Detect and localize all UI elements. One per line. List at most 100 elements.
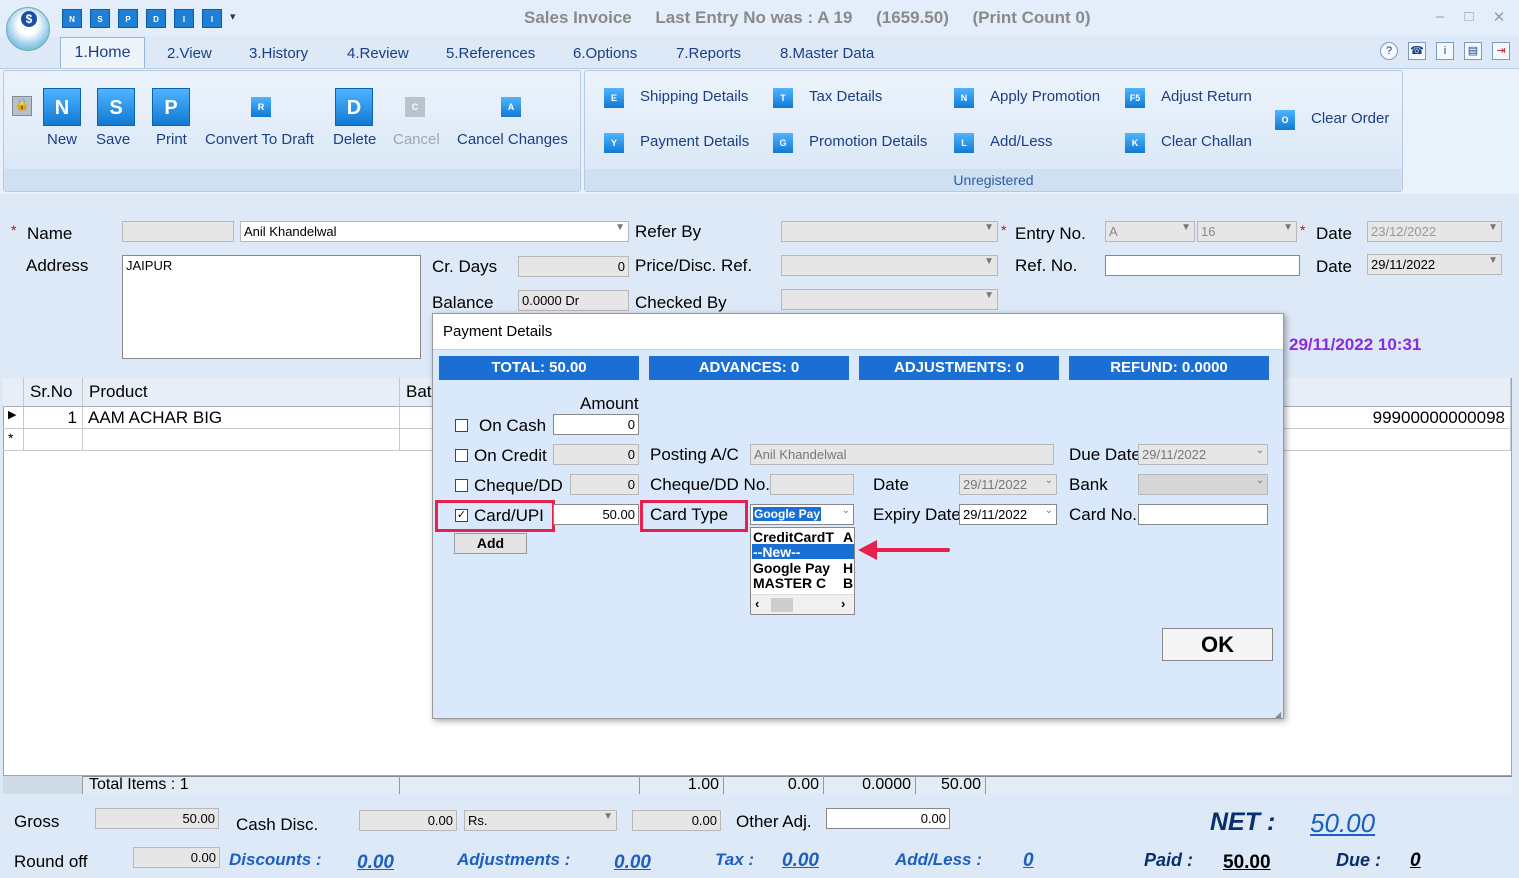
quick-save-icon[interactable]: S: [90, 9, 110, 28]
discounts-value[interactable]: 0.00: [357, 852, 394, 874]
convert-draft-icon[interactable]: R: [251, 97, 271, 117]
horizontal-scrollbar[interactable]: ‹ ›: [751, 594, 854, 614]
cancel-changes-icon[interactable]: A: [501, 97, 521, 117]
save-icon[interactable]: S: [97, 88, 135, 126]
print-button[interactable]: Print: [156, 131, 187, 148]
row-selector-icon[interactable]: ▶: [3, 407, 24, 429]
cancel-changes-button[interactable]: Cancel Changes: [457, 131, 568, 148]
chevron-down-icon[interactable]: ⌄: [1045, 475, 1053, 486]
checked-by-field[interactable]: ▼: [781, 289, 998, 310]
info-icon[interactable]: i: [1436, 42, 1454, 60]
tax-details-link[interactable]: Tax Details: [809, 88, 882, 105]
new-row-icon[interactable]: *: [3, 429, 24, 451]
chevron-down-icon[interactable]: ▼: [1181, 222, 1191, 233]
quick-import-icon[interactable]: I: [174, 9, 194, 28]
refer-by-field[interactable]: ▼: [781, 221, 998, 242]
exit-icon[interactable]: ⇥: [1492, 42, 1510, 60]
add-less-link[interactable]: Add/Less: [990, 133, 1053, 150]
ref-date-field[interactable]: 29/11/2022 ▼: [1367, 254, 1502, 275]
cr-days-field[interactable]: 0: [518, 256, 629, 277]
posting-ac-field[interactable]: Anil Khandelwal: [750, 444, 1054, 465]
col-product[interactable]: Product: [83, 378, 400, 407]
cheque-checkbox[interactable]: [455, 479, 468, 492]
cheque-no-field[interactable]: [770, 474, 854, 495]
save-button[interactable]: Save: [96, 131, 130, 148]
delete-button[interactable]: Delete: [333, 131, 376, 148]
maximize-button[interactable]: □: [1458, 8, 1480, 25]
expiry-date-field[interactable]: 29/11/2022 ⌄: [959, 504, 1057, 525]
tab-history[interactable]: 3.History: [249, 42, 308, 66]
chevron-down-icon[interactable]: ▼: [603, 811, 613, 822]
adjust-return-link[interactable]: Adjust Return: [1161, 88, 1252, 105]
cheque-date-field[interactable]: 29/11/2022 ⌄: [959, 474, 1057, 495]
apply-promotion-link[interactable]: Apply Promotion: [990, 88, 1100, 105]
tab-home[interactable]: 1.Home: [60, 37, 145, 69]
entry-date-field[interactable]: 23/12/2022 ▼: [1367, 221, 1502, 242]
clear-order-link[interactable]: Clear Order: [1311, 110, 1389, 127]
clear-challan-link[interactable]: Clear Challan: [1161, 133, 1252, 150]
resize-grip-icon[interactable]: ◢: [1275, 710, 1281, 719]
new-row-product[interactable]: [83, 429, 400, 451]
address-field[interactable]: JAIPUR: [122, 255, 421, 359]
quick-new-icon[interactable]: N: [62, 9, 82, 28]
due-date-field[interactable]: 29/11/2022 ⌄: [1138, 444, 1268, 465]
tax-value[interactable]: 0.00: [782, 850, 819, 872]
on-cash-amount[interactable]: 0: [553, 414, 639, 435]
tab-options[interactable]: 6.Options: [573, 42, 637, 66]
col-srno[interactable]: Sr.No: [24, 378, 83, 407]
card-upi-amount[interactable]: 50.00: [553, 504, 639, 525]
close-button[interactable]: ✕: [1488, 8, 1510, 26]
shipping-details-link[interactable]: Shipping Details: [640, 88, 748, 105]
ok-button[interactable]: OK: [1162, 628, 1273, 661]
new-button[interactable]: New: [47, 131, 77, 148]
lock-icon[interactable]: 🔒: [12, 96, 32, 116]
chevron-down-icon[interactable]: ⌄: [1256, 445, 1264, 456]
promotion-details-link[interactable]: Promotion Details: [809, 133, 927, 150]
print-icon[interactable]: P: [152, 88, 190, 126]
tab-review[interactable]: 4.Review: [347, 42, 409, 66]
row-srno[interactable]: 1: [24, 407, 83, 429]
quick-export-icon[interactable]: I: [202, 9, 222, 28]
new-icon[interactable]: N: [43, 88, 81, 126]
scroll-left-icon[interactable]: ‹: [755, 596, 759, 611]
list-item[interactable]: MASTER CB: [753, 575, 853, 591]
help-icon[interactable]: ?: [1380, 42, 1398, 60]
chevron-down-icon[interactable]: ⌄: [842, 505, 850, 516]
ref-no-field[interactable]: [1105, 255, 1300, 276]
row-product[interactable]: AAM ACHAR BIG: [83, 407, 400, 429]
entry-no-field[interactable]: 16 ▼: [1197, 221, 1297, 242]
tab-master-data[interactable]: 8.Master Data: [780, 42, 874, 66]
addless-value[interactable]: 0: [1023, 850, 1034, 872]
entry-series-field[interactable]: A ▼: [1105, 221, 1195, 242]
quick-print-icon[interactable]: P: [118, 9, 138, 28]
round-off-field[interactable]: 0.00: [133, 847, 220, 868]
price-disc-ref-field[interactable]: ▼: [781, 255, 998, 276]
other-adj-field[interactable]: 0.00: [826, 808, 950, 829]
list-item[interactable]: Google Pay H: [753, 560, 853, 576]
quick-delete-icon[interactable]: D: [146, 9, 166, 28]
chevron-down-icon[interactable]: ▼: [1283, 222, 1293, 233]
list-item[interactable]: CreditCardT A: [753, 529, 853, 545]
support-icon[interactable]: ☎: [1408, 42, 1426, 60]
list-item-selected[interactable]: --New--: [752, 544, 854, 560]
card-type-dropdown-list[interactable]: CreditCardT A --New-- Google Pay H MASTER …: [750, 527, 855, 615]
bank-field[interactable]: ⌄: [1138, 474, 1268, 495]
card-no-field[interactable]: [1138, 504, 1268, 525]
adjustments-value[interactable]: 0.00: [614, 852, 651, 874]
scroll-right-icon[interactable]: ›: [841, 596, 845, 611]
chevron-down-icon[interactable]: ▼: [1488, 222, 1498, 233]
chevron-down-icon[interactable]: ▼: [984, 256, 994, 267]
chevron-down-icon[interactable]: ▼: [984, 222, 994, 233]
cash-disc-field[interactable]: 0.00: [359, 810, 457, 831]
minimize-button[interactable]: ‒: [1429, 8, 1451, 25]
chevron-down-icon[interactable]: ▼: [1488, 255, 1498, 266]
chevron-down-icon[interactable]: ⌄: [1045, 505, 1053, 516]
cash-disc-unit[interactable]: Rs. ▼: [464, 810, 617, 831]
name-code-field[interactable]: [122, 221, 234, 242]
on-credit-amount[interactable]: 0: [553, 444, 639, 465]
convert-to-draft-button[interactable]: Convert To Draft: [205, 131, 314, 148]
chevron-down-icon[interactable]: ▼: [615, 222, 625, 233]
payment-details-link[interactable]: Payment Details: [640, 133, 749, 150]
scroll-thumb[interactable]: [771, 598, 793, 612]
card-type-select[interactable]: Google Pay ⌄: [750, 504, 854, 525]
